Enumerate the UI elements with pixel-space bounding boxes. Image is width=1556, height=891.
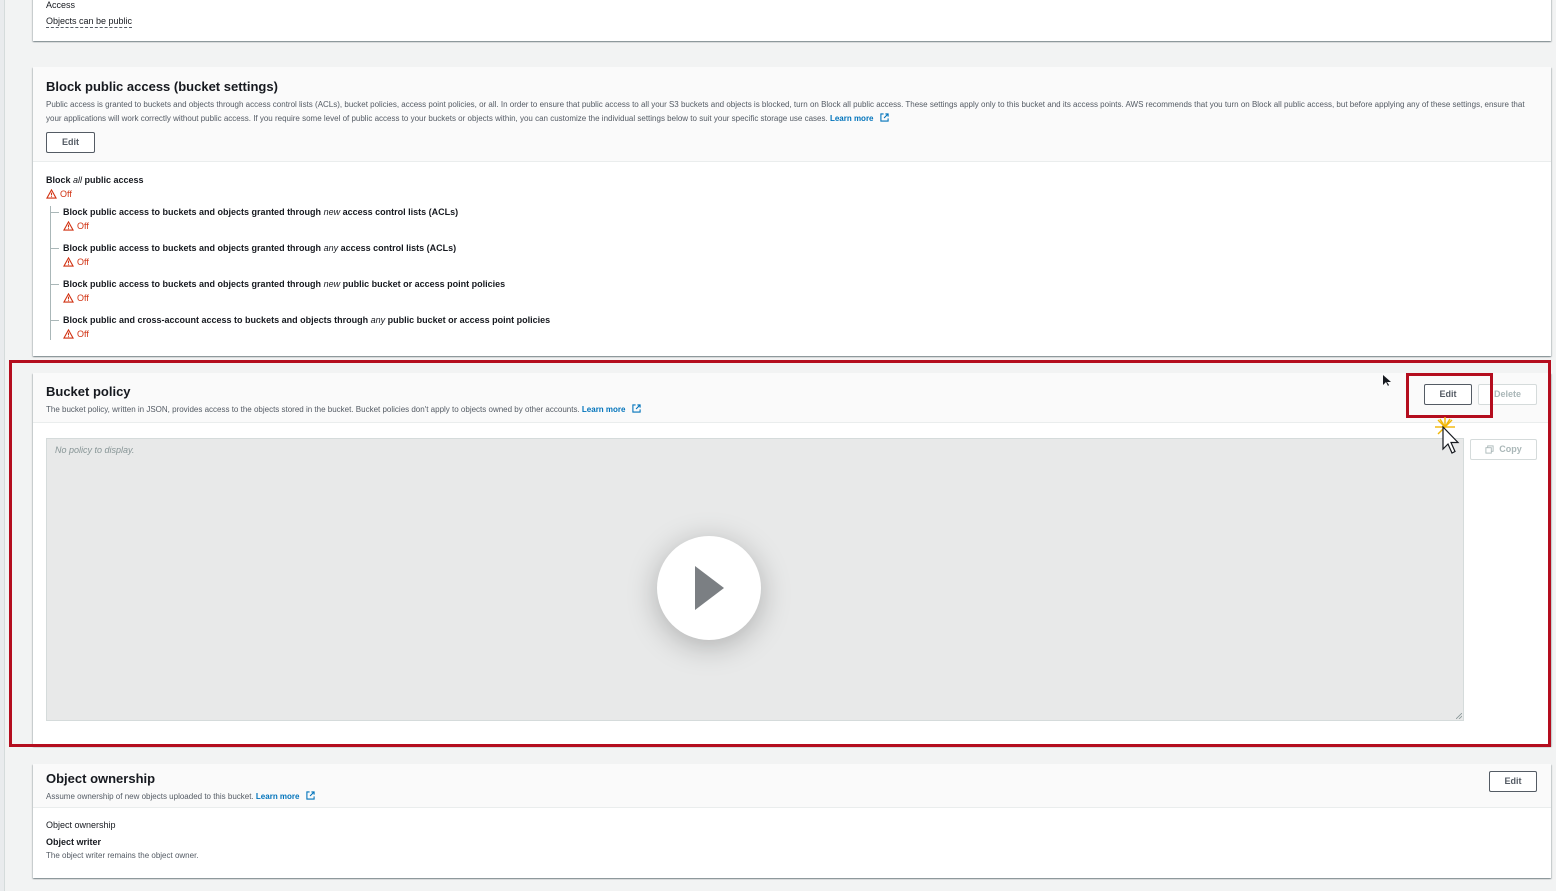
object-ownership-field-value: Object writer	[46, 837, 102, 847]
block-public-access-body: Block all public access Off Block public…	[33, 162, 1551, 352]
warning-icon	[63, 257, 74, 267]
block-public-access-edit-button[interactable]: Edit	[46, 132, 95, 153]
learn-more-link[interactable]: Learn more	[582, 404, 641, 414]
bucket-policy-delete-button[interactable]: Delete	[1478, 384, 1537, 405]
bucket-policy-edit-button[interactable]: Edit	[1424, 384, 1472, 405]
object-ownership-title: Object ownership	[46, 771, 156, 786]
option-status: Off	[63, 292, 1538, 304]
warning-icon	[63, 221, 74, 231]
left-gutter	[0, 0, 5, 891]
warning-icon	[46, 189, 57, 199]
bucket-policy-title: Bucket policy	[46, 384, 131, 399]
object-ownership-description: Assume ownership of new objects uploaded…	[46, 790, 1538, 804]
bucket-policy-actions: Edit Delete	[1424, 384, 1537, 405]
bucket-policy-description: The bucket policy, written in JSON, prov…	[46, 403, 1538, 417]
resize-grip-icon[interactable]	[1456, 713, 1462, 719]
bucket-policy-header: Bucket policy The bucket policy, written…	[33, 373, 1551, 423]
learn-more-link[interactable]: Learn more	[830, 113, 889, 123]
object-ownership-panel: Object ownership Assume ownership of new…	[33, 764, 1551, 878]
block-public-access-header: Block public access (bucket settings) Pu…	[33, 67, 1551, 162]
policy-placeholder: No policy to display.	[55, 445, 135, 455]
bucket-policy-panel: Bucket policy The bucket policy, written…	[33, 373, 1551, 746]
block-options-list: Block public access to buckets and objec…	[50, 206, 1538, 340]
object-ownership-field-hint: The object writer remains the object own…	[46, 851, 199, 860]
list-item: Block public access to buckets and objec…	[51, 278, 1538, 304]
play-icon	[695, 566, 724, 610]
external-link-icon	[632, 404, 641, 413]
object-ownership-edit-button[interactable]: Edit	[1489, 771, 1537, 792]
click-cursor-icon	[1435, 417, 1460, 454]
external-link-icon	[306, 791, 315, 800]
access-label: Access	[46, 0, 76, 10]
cursor-icon	[1383, 375, 1391, 386]
copy-button[interactable]: Copy	[1470, 439, 1537, 460]
block-all-status: Off	[46, 188, 1538, 200]
copy-icon	[1485, 445, 1494, 454]
policy-editor[interactable]: No policy to display.	[46, 438, 1464, 721]
access-value[interactable]: Objects can be public	[46, 15, 133, 28]
block-public-access-panel: Block public access (bucket settings) Pu…	[33, 67, 1551, 356]
option-status: Off	[63, 328, 1538, 340]
learn-more-link[interactable]: Learn more	[256, 791, 315, 801]
block-all-public-access-label: Block all public access	[46, 175, 144, 185]
object-ownership-header: Object ownership Assume ownership of new…	[33, 764, 1551, 808]
object-ownership-body: Object ownership Object writer The objec…	[33, 808, 1551, 873]
play-video-button[interactable]	[657, 536, 761, 640]
warning-icon	[63, 293, 74, 303]
option-status: Off	[63, 220, 1538, 232]
list-item: Block public access to buckets and objec…	[51, 206, 1538, 232]
list-item: Block public and cross-account access to…	[51, 314, 1538, 340]
list-item: Block public access to buckets and objec…	[51, 242, 1538, 268]
option-status: Off	[63, 256, 1538, 268]
block-public-access-title: Block public access (bucket settings)	[46, 79, 278, 94]
block-public-access-description: Public access is granted to buckets and …	[46, 100, 1525, 123]
access-panel: Access Objects can be public	[33, 0, 1551, 41]
object-ownership-field-label: Object ownership	[46, 820, 116, 830]
warning-icon	[63, 329, 74, 339]
external-link-icon	[880, 113, 889, 122]
